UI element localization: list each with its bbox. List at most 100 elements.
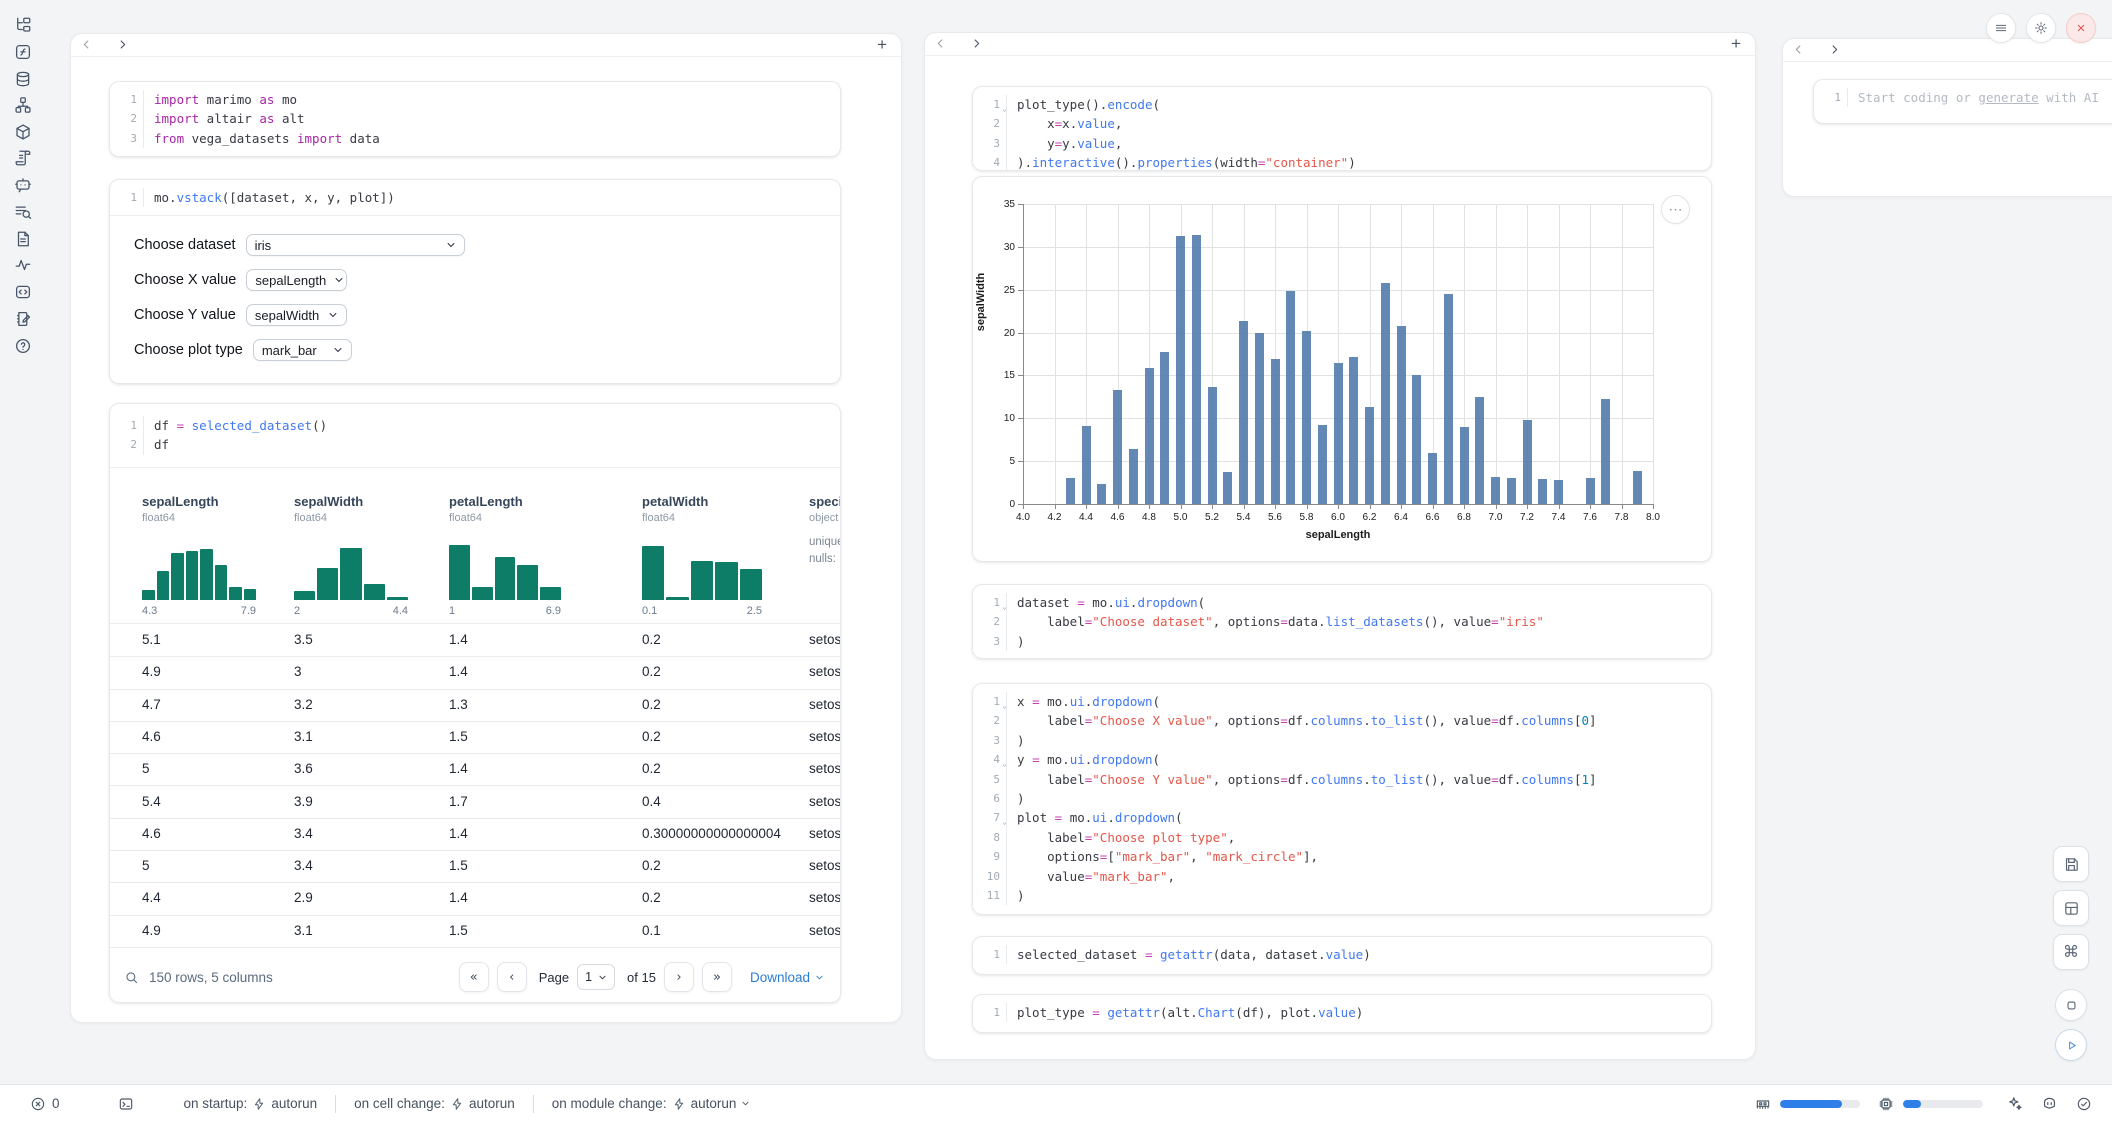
table-row[interactable]: 4.63.11.50.2setosa bbox=[110, 721, 840, 754]
copilot-icon[interactable] bbox=[2041, 1095, 2058, 1112]
table-row[interactable]: 5.13.51.40.2setosa bbox=[110, 624, 840, 657]
code-editor[interactable]: 1⌄ x = mo.ui.dropdown( 2 label="Choose X… bbox=[973, 684, 1711, 913]
column-header[interactable]: sepalLength bbox=[142, 494, 219, 509]
sparkles-icon[interactable] bbox=[2006, 1095, 2023, 1112]
table-row[interactable]: 4.63.41.40.30000000000000004setosa bbox=[110, 818, 840, 851]
table-cell: setosa bbox=[809, 915, 840, 947]
x-tick-label: 4.6 bbox=[1106, 512, 1130, 523]
layout-grid-button[interactable] bbox=[2053, 890, 2089, 926]
add-cell-button[interactable]: + bbox=[877, 35, 887, 55]
settings-button[interactable] bbox=[2026, 13, 2056, 43]
next-column-icon[interactable] bbox=[116, 38, 132, 54]
x-tick-label: 6.4 bbox=[1389, 512, 1413, 523]
add-cell-button[interactable]: + bbox=[1731, 34, 1741, 54]
table-row[interactable]: 4.42.91.40.2setosa bbox=[110, 882, 840, 915]
code-editor[interactable]: 1 plot_type = getattr(alt.Chart(df), plo… bbox=[973, 995, 1711, 1030]
hist-bar bbox=[540, 587, 561, 600]
column-histogram[interactable] bbox=[642, 533, 762, 600]
sidebar-chatbot-icon[interactable] bbox=[14, 176, 32, 194]
page-select[interactable]: 1 bbox=[577, 964, 615, 990]
app-frame-button[interactable] bbox=[2055, 989, 2087, 1021]
connection-check-icon[interactable] bbox=[2076, 1096, 2092, 1112]
search-icon[interactable] bbox=[124, 970, 139, 985]
command-button[interactable]: ⌘ bbox=[2053, 934, 2089, 970]
terminal-icon[interactable] bbox=[118, 1096, 134, 1112]
next-page-button[interactable]: › bbox=[664, 962, 694, 992]
line-number: 7⌄ bbox=[973, 808, 1007, 827]
choose-x-value-select[interactable]: sepalLength bbox=[246, 269, 347, 291]
code-editor[interactable]: 1 import marimo as mo 2 import altair as… bbox=[110, 82, 840, 156]
run-play-button[interactable] bbox=[2055, 1029, 2087, 1061]
code-editor[interactable]: 1 selected_dataset = getattr(data, datas… bbox=[973, 937, 1711, 972]
first-page-button[interactable]: « bbox=[459, 962, 489, 992]
chart-bar bbox=[1475, 397, 1484, 504]
code-editor[interactable]: 1 Start coding or generate with AI bbox=[1814, 80, 2112, 115]
next-column-icon[interactable] bbox=[970, 37, 986, 53]
table-cell: setosa bbox=[809, 786, 840, 818]
column-header[interactable]: species bbox=[809, 494, 840, 509]
sidebar-document-icon[interactable] bbox=[14, 230, 32, 248]
next-column-icon[interactable] bbox=[1828, 43, 1844, 59]
autorun-setting[interactable]: on module change: autorun bbox=[552, 1096, 751, 1111]
y-tick-label: 25 bbox=[989, 285, 1015, 296]
code-editor[interactable]: 1⌄ plot_type().encode( 2 x=x.value, 3 y=… bbox=[973, 87, 1711, 171]
chart-actions-button[interactable]: ⋯ bbox=[1661, 195, 1690, 224]
column-histogram[interactable] bbox=[294, 533, 408, 600]
code-editor[interactable]: 1⌄ dataset = mo.ui.dropdown( 2 label="Ch… bbox=[973, 585, 1711, 659]
choose-y-value-select[interactable]: sepalWidth bbox=[246, 304, 347, 326]
column-header[interactable]: petalLength bbox=[449, 494, 523, 509]
column-header[interactable]: sepalWidth bbox=[294, 494, 363, 509]
sidebar-script-icon[interactable] bbox=[14, 149, 32, 167]
sidebar-file-tree-icon[interactable] bbox=[14, 16, 32, 34]
dataframe-table: sepalLengthfloat644.37.9sepalWidthfloat6… bbox=[110, 467, 840, 952]
last-page-button[interactable]: » bbox=[702, 962, 732, 992]
choose-plot-type-select[interactable]: mark_bar bbox=[253, 339, 352, 361]
generate-ai-link[interactable]: generate bbox=[1978, 90, 2038, 105]
x-tick-label: 5.8 bbox=[1295, 512, 1319, 523]
table-row[interactable]: 53.41.50.2setosa bbox=[110, 850, 840, 883]
save-button[interactable] bbox=[2053, 846, 2089, 882]
sidebar-package-icon[interactable] bbox=[14, 123, 32, 141]
table-row[interactable]: 4.93.11.50.1setosa bbox=[110, 915, 840, 948]
sidebar-help-icon[interactable] bbox=[14, 337, 32, 355]
prev-page-button[interactable]: ‹ bbox=[497, 962, 527, 992]
sidebar-snippets-icon[interactable] bbox=[14, 283, 32, 301]
sidebar-dependency-graph-icon[interactable] bbox=[14, 96, 32, 114]
table-cell: 1.4 bbox=[449, 882, 468, 914]
table-row[interactable]: 4.931.40.2setosa bbox=[110, 656, 840, 689]
prev-column-icon[interactable] bbox=[1792, 43, 1808, 59]
column-histogram[interactable] bbox=[449, 533, 561, 600]
table-cell: 0.2 bbox=[642, 753, 661, 785]
dropdown-label: Choose dataset bbox=[134, 237, 236, 253]
chart-bar bbox=[1255, 333, 1264, 504]
prev-column-icon[interactable] bbox=[80, 38, 96, 54]
column-histogram[interactable] bbox=[142, 533, 256, 600]
code-editor[interactable]: 1 mo.vstack([dataset, x, y, plot]) bbox=[110, 180, 840, 215]
table-row[interactable]: 53.61.40.2setosa bbox=[110, 753, 840, 786]
menu-button[interactable] bbox=[1986, 13, 2016, 43]
sidebar-database-icon[interactable] bbox=[14, 70, 32, 88]
column-header[interactable]: petalWidth bbox=[642, 494, 708, 509]
table-row[interactable]: 4.73.21.30.2setosa bbox=[110, 689, 840, 722]
shutdown-button[interactable]: × bbox=[2066, 13, 2096, 43]
sidebar-activity-icon[interactable] bbox=[14, 256, 32, 274]
sidebar-scratchpad-icon[interactable] bbox=[14, 310, 32, 328]
y-tick-label: 10 bbox=[989, 413, 1015, 424]
sidebar-function-square-icon[interactable] bbox=[14, 43, 32, 61]
table-row[interactable]: 5.43.91.70.4setosa bbox=[110, 786, 840, 819]
prev-column-icon[interactable] bbox=[934, 37, 950, 53]
autorun-setting[interactable]: on cell change: autorun bbox=[354, 1096, 515, 1111]
sidebar-logs-search-icon[interactable] bbox=[14, 203, 32, 221]
code-editor[interactable]: 1 df = selected_dataset() 2 df bbox=[110, 404, 840, 467]
table-cell: 4.6 bbox=[142, 721, 161, 753]
error-count[interactable]: 0 bbox=[30, 1096, 60, 1112]
autorun-setting[interactable]: on startup: autorun bbox=[184, 1096, 318, 1111]
altair-bar-chart[interactable]: 4.04.24.44.64.85.05.25.45.65.86.06.26.46… bbox=[973, 177, 1711, 561]
cell-plot-code: 1⌄ plot_type().encode( 2 x=x.value, 3 y=… bbox=[972, 86, 1712, 171]
choose-dataset-select[interactable]: iris bbox=[246, 234, 465, 256]
code-line: 1 df = selected_dataset() bbox=[110, 416, 840, 435]
dropdown-label: Choose plot type bbox=[134, 342, 243, 358]
download-button[interactable]: Download bbox=[750, 970, 824, 985]
table-cell: 4.9 bbox=[142, 915, 161, 947]
table-cell: 1.3 bbox=[449, 689, 468, 721]
